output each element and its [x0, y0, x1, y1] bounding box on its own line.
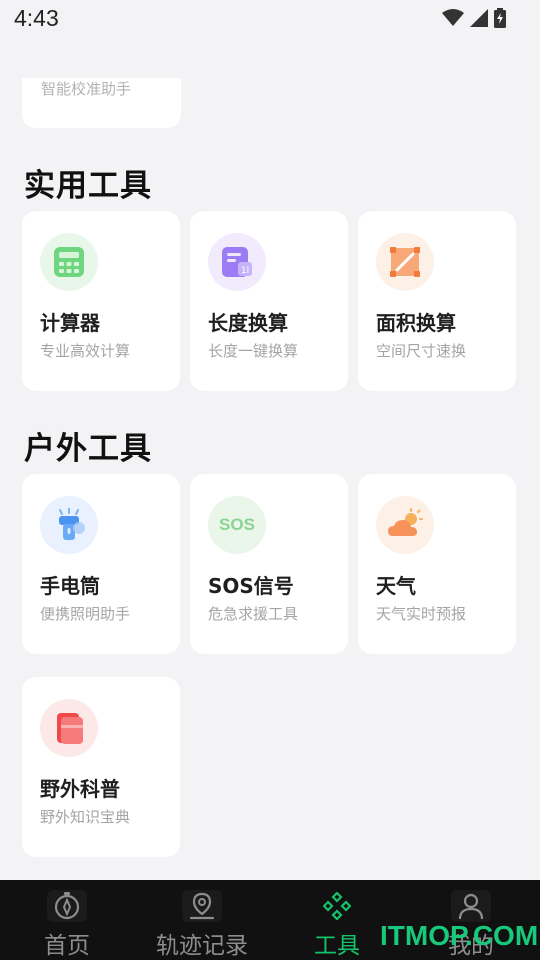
area-icon — [376, 233, 434, 291]
card-title: 天气 — [376, 574, 416, 598]
book-icon — [40, 699, 98, 757]
card-subtitle: 天气实时预报 — [376, 605, 467, 623]
card-subtitle: 空间尺寸速换 — [376, 342, 467, 360]
card-subtitle: 专业高效计算 — [40, 342, 131, 360]
card-title: 计算器 — [40, 311, 100, 335]
card-subtitle: 危急求援工具 — [208, 605, 299, 623]
tool-card-weather[interactable]: 天气 天气实时预报 — [358, 474, 516, 654]
card-title: SOS信号 — [208, 574, 294, 598]
partial-tool-card[interactable]: 智能校准助手 — [22, 78, 181, 128]
card-title: 野外科普 — [40, 777, 120, 801]
status-bar: 4:43 — [0, 0, 540, 36]
person-icon — [451, 890, 491, 922]
tab-tools[interactable]: 工具 — [310, 880, 364, 960]
card-subtitle: 野外知识宝典 — [40, 808, 131, 826]
tab-label: 首页 — [44, 933, 90, 959]
section-title-outdoor: 户外工具 — [24, 431, 152, 467]
card-title: 手电筒 — [40, 574, 100, 598]
battery-icon — [494, 8, 506, 28]
card-subtitle: 长度一键换算 — [208, 342, 299, 360]
tool-card-flashlight[interactable]: 手电筒 便携照明助手 — [22, 474, 180, 654]
card-subtitle: 便携照明助手 — [40, 605, 131, 623]
status-icons — [442, 8, 506, 28]
section-title-practical: 实用工具 — [24, 168, 152, 204]
watermark: ITMOP.COM — [380, 920, 539, 951]
sos-icon-text: SOS — [219, 515, 255, 534]
card-title: 面积换算 — [376, 311, 456, 335]
tool-card-length[interactable]: 1l 长度换算 长度一键换算 — [190, 211, 348, 391]
tab-track-record[interactable]: 轨迹记录 — [150, 880, 254, 960]
signal-icon — [470, 9, 488, 27]
calculator-icon — [40, 233, 98, 291]
svg-text:1l: 1l — [241, 266, 249, 276]
tool-card-sos[interactable]: SOS SOS信号 危急求援工具 — [190, 474, 348, 654]
tab-label: 工具 — [314, 933, 360, 959]
flashlight-icon — [40, 496, 98, 554]
ruler-icon: 1l — [208, 233, 266, 291]
card-title: 长度换算 — [208, 311, 288, 335]
tool-card-field-guide[interactable]: 野外科普 野外知识宝典 — [22, 677, 180, 857]
partial-card-subtitle: 智能校准助手 — [41, 80, 132, 98]
tab-label: 轨迹记录 — [156, 933, 248, 959]
status-time: 4:43 — [14, 4, 59, 31]
location-pin-icon — [182, 890, 222, 922]
sos-icon: SOS — [208, 496, 266, 554]
tool-card-area[interactable]: 面积换算 空间尺寸速换 — [358, 211, 516, 391]
tab-home[interactable]: 首页 — [40, 880, 94, 960]
weather-icon — [376, 496, 434, 554]
tools-icon — [317, 890, 357, 922]
tool-card-calculator[interactable]: 计算器 专业高效计算 — [22, 211, 180, 391]
compass-icon — [47, 890, 87, 922]
wifi-icon — [442, 9, 464, 26]
